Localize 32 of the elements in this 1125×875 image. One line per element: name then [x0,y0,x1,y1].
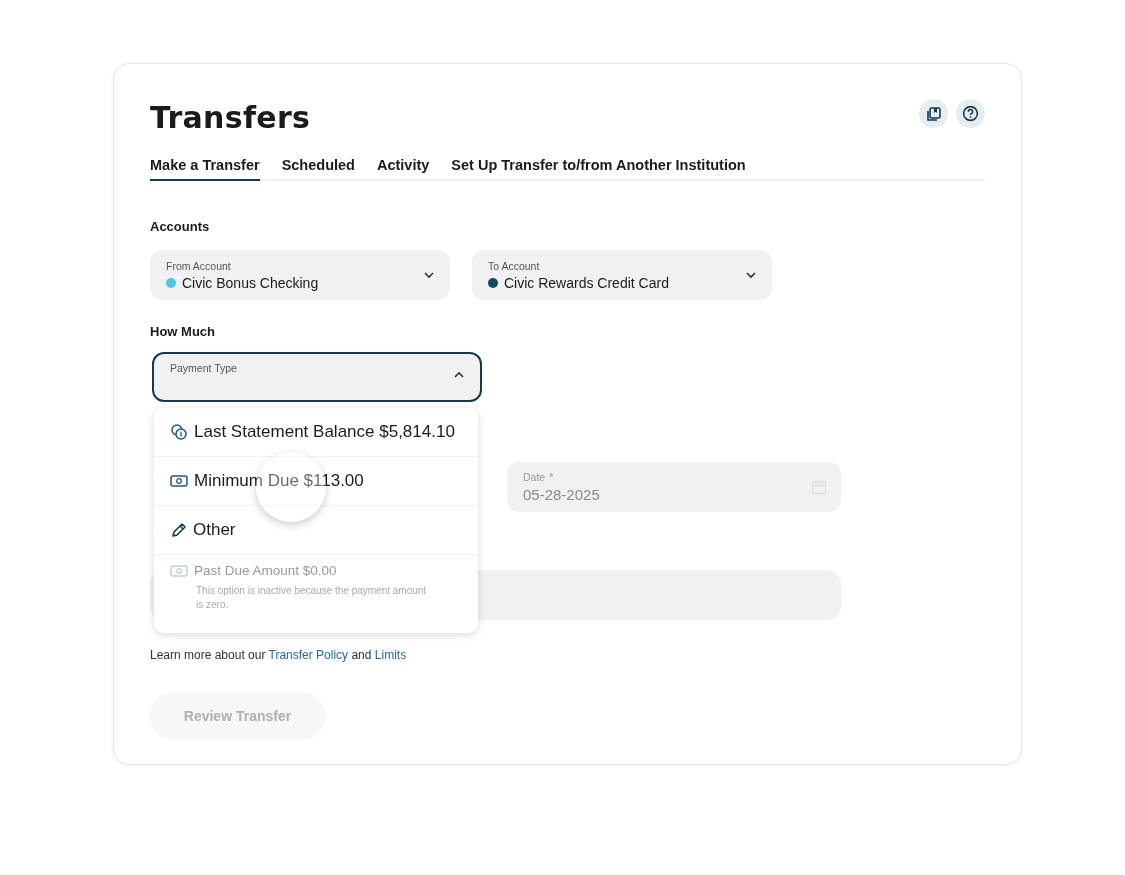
tab[interactable]: Set Up Transfer to/from Another Institution [451,157,746,181]
account-dropdown[interactable]: From Account Civic Bonus Checking [150,250,450,300]
field-label: Payment Type [170,362,237,374]
required-mark: * [549,471,554,483]
section-heading: How Much [150,324,216,339]
field-value: Civic Bonus Checking [182,274,319,291]
field-label: Date [523,471,546,483]
tab[interactable]: Activity [376,157,430,181]
pencil-icon [170,521,187,539]
policy-link[interactable]: Transfer Policy [268,648,349,662]
field-value: Civic Rewards Credit Card [504,274,669,291]
banknote-icon [170,563,188,578]
policy-note: Learn more about our Transfer Policy and Limits [150,648,407,662]
page-title: Transfers [150,100,311,135]
bookmark-icon[interactable] [919,99,948,128]
section-heading: Accounts [150,219,211,234]
banknote-icon [170,474,188,488]
field-value: 05-28-2025 [523,486,600,503]
menu-option[interactable]: Other [193,520,236,540]
menu-option[interactable]: Minimum Due $113.00 [194,471,364,491]
menu-option: Past Due Amount $0.00 [194,563,337,578]
policy-link[interactable]: Limits [374,648,407,662]
option-note: This option is inactive because the payment amount is zero. [196,584,428,611]
account-dropdown[interactable]: To Account Civic Rewards Credit Card [472,250,772,300]
menu-option[interactable]: Last Statement Balance $5,814.10 [194,422,455,442]
tab[interactable]: Scheduled [281,157,355,181]
field-label: To Account [488,259,541,272]
field-label: From Account [166,259,232,272]
tab[interactable]: Make a Transfer [150,157,260,181]
payment-type-dropdown[interactable]: Payment Type [152,352,482,402]
help-icon[interactable] [956,99,985,128]
coins-icon [170,423,188,441]
